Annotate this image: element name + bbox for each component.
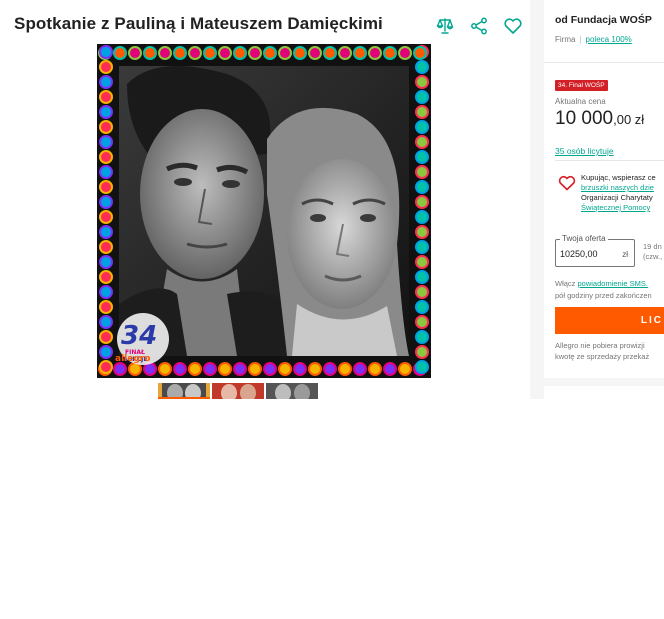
gallery-thumbnails	[158, 383, 372, 399]
price-label: Aktualna cena	[555, 97, 606, 106]
bid-input-value[interactable]: 10250,00	[560, 249, 598, 259]
bid-input-label: Twoja oferta	[560, 234, 608, 243]
divider	[544, 62, 664, 63]
sms-notification-link[interactable]: powiadomienie SMS.	[578, 279, 648, 288]
bid-button[interactable]: LIC	[555, 307, 664, 334]
bid-input-field[interactable]: Twoja oferta 10250,00 zł	[555, 234, 635, 267]
purchase-panel: od Fundacja WOŚP Firma | poleca 100% 34. F…	[544, 0, 664, 399]
auction-end-time: 19 dn (czw.,	[643, 242, 663, 261]
product-title: Spotkanie z Pauliną i Mateuszem Damięcki…	[14, 14, 383, 33]
price-cents: ,00 zł	[613, 112, 645, 127]
empty-area	[0, 399, 664, 619]
current-price: 10 000,00 zł	[555, 108, 644, 130]
bidders-link[interactable]: 35 osób licytuje	[555, 146, 614, 156]
compare-button[interactable]	[434, 15, 456, 37]
panel-separator	[544, 378, 664, 386]
charity-heart-icon	[558, 175, 576, 191]
product-actions	[434, 15, 524, 37]
fee-note: Allegro nie pobiera prowizji kwotę ze sp…	[555, 341, 650, 361]
share-button[interactable]	[468, 15, 490, 37]
finale-badge: 34. Finał WOŚP	[555, 80, 608, 91]
column-divider	[530, 0, 544, 399]
price-main: 10 000	[555, 108, 614, 129]
heart-icon	[504, 18, 522, 34]
bid-currency: zł	[622, 250, 628, 259]
scales-icon	[436, 18, 454, 34]
page: Spotkanie z Pauliną i Mateuszem Damięcki…	[0, 0, 664, 399]
seller-meta: Firma | poleca 100%	[555, 35, 632, 44]
main-product-image[interactable]: 34 FINAŁ AUKCJE allegro	[97, 44, 431, 378]
share-icon	[471, 17, 487, 35]
thumbnail-2[interactable]	[212, 383, 264, 399]
wosp-finale-logo: 34 FINAŁ AUKCJE allegro	[115, 313, 169, 365]
sms-notification: Włącz powiadomienie SMS. pół godziny prz…	[555, 279, 652, 300]
product-section: Spotkanie z Pauliną i Mateuszem Damięcki…	[0, 0, 530, 399]
favorite-button[interactable]	[502, 15, 524, 37]
seller-name[interactable]: od Fundacja WOŚP	[555, 14, 652, 26]
divider	[555, 160, 664, 161]
photo-portrait-couple: 34 FINAŁ AUKCJE allegro	[97, 44, 431, 378]
thumbnail-1[interactable]	[158, 383, 210, 399]
svg-text:allegro: allegro	[115, 354, 150, 364]
seller-rating-link[interactable]: poleca 100%	[586, 35, 632, 44]
seller-type: Firma	[555, 35, 576, 44]
thumbnail-3[interactable]	[266, 383, 318, 399]
charity-text: Kupując, wspierasz ce brzuszki naszych d…	[581, 173, 656, 212]
svg-text:34: 34	[121, 321, 157, 351]
